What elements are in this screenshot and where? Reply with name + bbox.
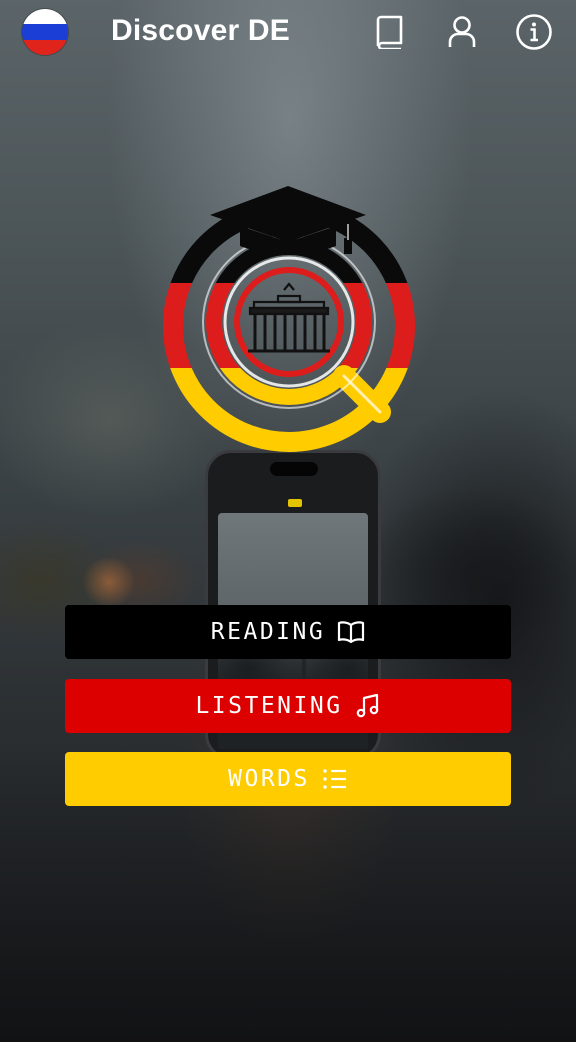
user-icon [448, 16, 476, 47]
words-label: WORDS [228, 766, 310, 792]
book-icon [376, 15, 403, 49]
language-flag-button[interactable] [22, 9, 68, 55]
listening-label: LISTENING [195, 693, 343, 719]
info-button[interactable] [514, 12, 554, 52]
logo-icon [163, 186, 415, 452]
words-button[interactable]: WORDS [65, 752, 511, 806]
list-icon [322, 768, 348, 790]
listening-button[interactable]: LISTENING [65, 679, 511, 733]
open-book-icon [337, 620, 365, 644]
app-logo [158, 180, 418, 455]
reading-button[interactable]: READING [65, 605, 511, 659]
music-note-icon [355, 693, 381, 719]
background-photo [0, 0, 576, 1042]
app-header: Discover DE [0, 0, 576, 68]
dictionary-button[interactable] [370, 12, 410, 52]
profile-button[interactable] [442, 12, 482, 52]
info-icon [516, 14, 552, 50]
reading-label: READING [210, 619, 326, 645]
app-title: Discover DE [111, 14, 290, 47]
